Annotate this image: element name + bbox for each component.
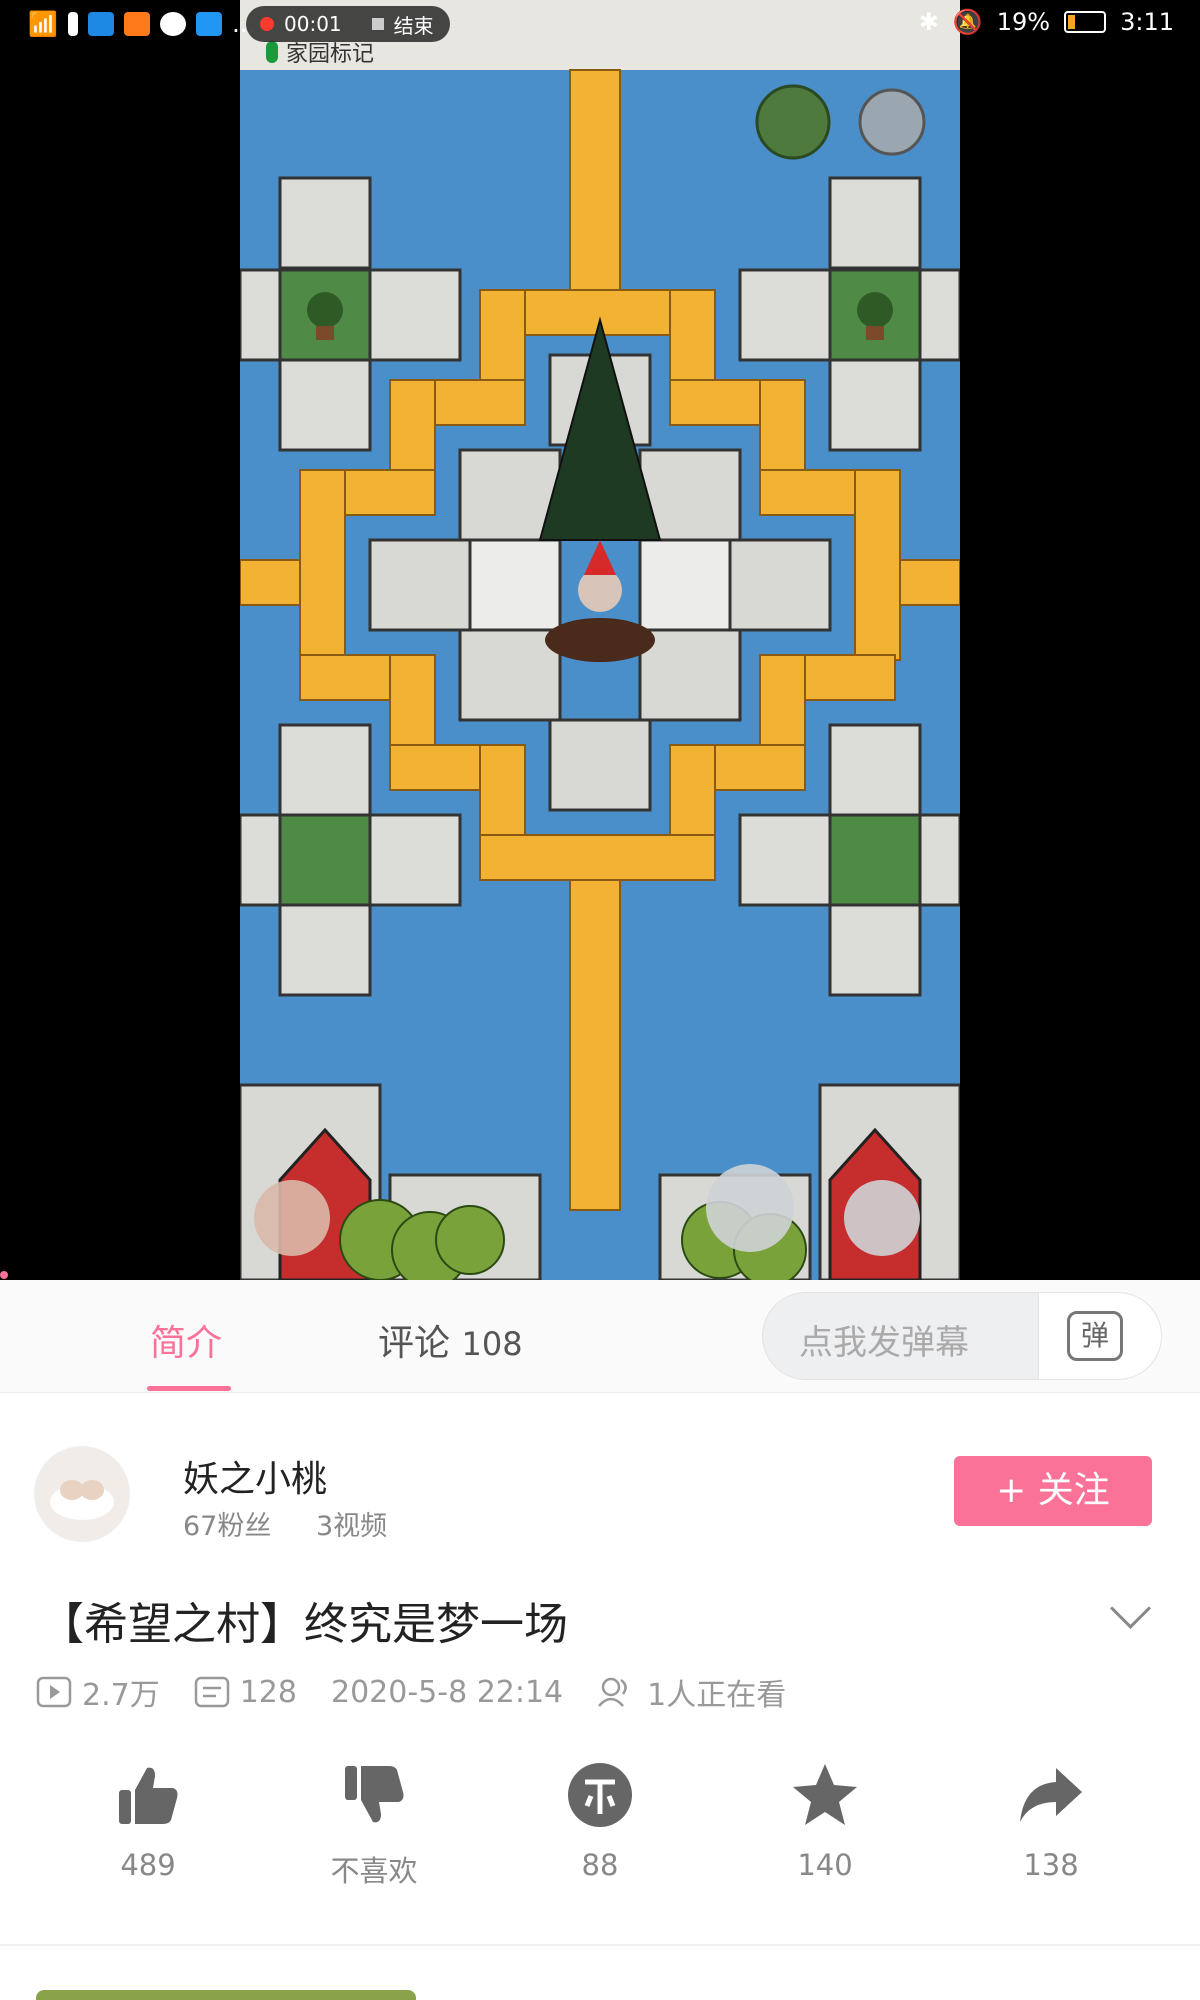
video-progress-bar[interactable] [0, 1271, 8, 1279]
uploader-fans: 67粉丝 [183, 1511, 272, 1542]
share-arrow-icon [1020, 1768, 1082, 1822]
book-icon[interactable] [256, 1180, 322, 1246]
share-button[interactable]: 138 [986, 1760, 1116, 1882]
plus-icon: + [996, 1470, 1027, 1511]
tab-comments-count: 108 [461, 1325, 523, 1363]
danmaku-toggle-button[interactable]: 弹 [1038, 1293, 1161, 1379]
game-screen [240, 0, 960, 1280]
coin-count: 88 [581, 1848, 619, 1882]
cloud-icon [195, 12, 222, 36]
chevron-down-icon[interactable] [1109, 1587, 1152, 1630]
tabs-bar: 简介 评论 108 点我发弹幕 弹 [0, 1280, 1200, 1393]
uploader-stats: 67粉丝 3视频 [183, 1504, 387, 1543]
thumbs-up-icon [119, 1767, 178, 1824]
video-title: 【希望之村】终究是梦一场 [40, 1599, 568, 1650]
danmaku-count: 128 [239, 1674, 297, 1710]
wifi-icon: 📶 [28, 10, 58, 38]
battery-percent: 19% [996, 8, 1051, 36]
game-map [240, 0, 960, 1280]
status-bar: 📶 … 00:01 结束 ✱ 🔕 19% 3:11 [0, 0, 1200, 48]
danmaku-icon: 弹 [1067, 1311, 1123, 1361]
like-count: 489 [120, 1848, 176, 1882]
plant-button[interactable] [760, 90, 826, 156]
app-icon-white [159, 12, 186, 36]
favorite-button[interactable]: 140 [760, 1760, 890, 1882]
view-count: 2.7万 [82, 1678, 160, 1713]
favorite-count: 140 [797, 1848, 853, 1882]
dislike-button[interactable]: 不喜欢 [309, 1760, 439, 1890]
danmaku-placeholder: 点我发弹幕 [799, 1323, 969, 1363]
recording-stop-label[interactable]: 结束 [394, 10, 434, 39]
related-video-thumbnail[interactable] [36, 1990, 416, 2000]
recording-time: 00:01 [284, 12, 342, 36]
camera-icon[interactable] [844, 1180, 910, 1246]
tab-comments[interactable]: 评论 108 [378, 1314, 523, 1366]
app-icon-orange [123, 12, 150, 36]
recording-dot-icon [260, 17, 274, 31]
follow-label: 关注 [1037, 1470, 1110, 1511]
play-count-icon [36, 1676, 72, 1708]
share-count: 138 [1023, 1848, 1079, 1882]
uploader-name[interactable]: 妖之小桃 [183, 1450, 327, 1502]
app-icon-blue [87, 12, 114, 36]
tab-comments-label: 评论 [378, 1323, 451, 1364]
danmaku-input[interactable]: 点我发弹幕 弹 [762, 1292, 1162, 1380]
divider [0, 1944, 1200, 1946]
like-button[interactable]: 489 [83, 1760, 213, 1882]
avatar[interactable] [34, 1446, 130, 1542]
follow-button[interactable]: + 关注 [954, 1456, 1152, 1526]
uploader-videos: 3视频 [315, 1511, 388, 1542]
coin-icon [568, 1763, 632, 1827]
dislike-label: 不喜欢 [330, 1854, 418, 1888]
video-player[interactable]: 家园标记 📶 … 00:01 结束 ✱ 🔕 19% 3:11 [0, 0, 1200, 1280]
watching-now: 1人正在看 [647, 1678, 787, 1713]
viewers-icon [598, 1677, 627, 1707]
battery-icon [1064, 11, 1107, 33]
star-icon [793, 1764, 857, 1825]
bluetooth-icon: ✱ [918, 8, 939, 36]
no-walk-icon[interactable] [706, 1164, 794, 1252]
video-meta: 2.7万 128 2020-5-8 22:14 1人正在看 [36, 1670, 820, 1714]
stop-icon [371, 18, 384, 30]
thumbs-down-icon [345, 1766, 404, 1823]
screen-recording-pill[interactable]: 00:01 结束 [246, 6, 450, 42]
settings-gear-icon[interactable] [860, 90, 926, 156]
active-tab-indicator [147, 1386, 231, 1391]
mute-icon: 🔕 [952, 8, 983, 36]
publish-date: 2020-5-8 22:14 [330, 1674, 564, 1710]
danmaku-count-icon [194, 1676, 229, 1708]
coin-button[interactable]: 88 [535, 1760, 665, 1882]
tab-intro[interactable]: 简介 [150, 1314, 222, 1366]
notification-icon [67, 12, 78, 36]
clock: 3:11 [1120, 8, 1174, 36]
